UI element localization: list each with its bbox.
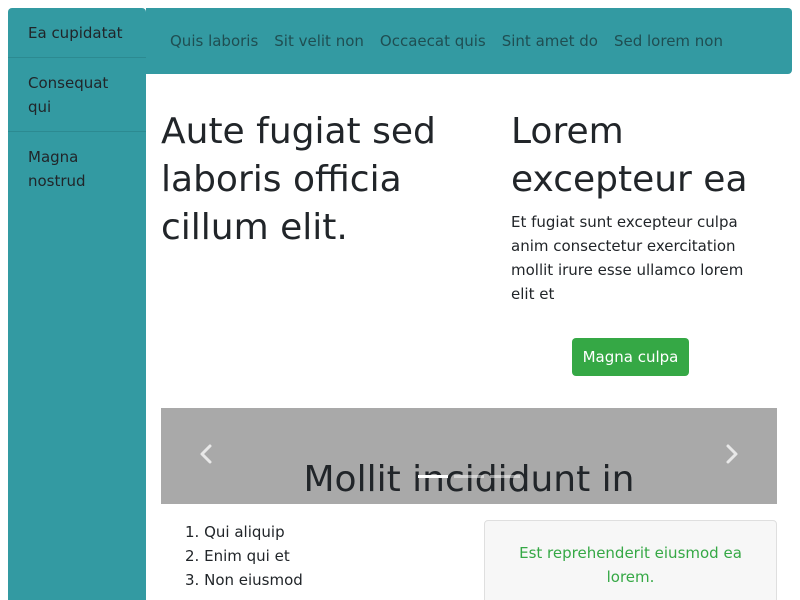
- sidebar: Ea cupidatat Consequat qui Magna nostrud: [8, 8, 146, 600]
- nav-link-quis-laboris[interactable]: Quis laboris: [162, 32, 266, 50]
- list-item: Non eiusmod: [204, 571, 303, 589]
- magna-culpa-button[interactable]: Magna culpa: [572, 338, 689, 376]
- top-navbar: Quis laboris Sit velit non Occaecat quis…: [146, 8, 792, 74]
- nav-link-sed-lorem-non[interactable]: Sed lorem non: [606, 32, 731, 50]
- sidebar-item-magna-nostrud[interactable]: Magna nostrud: [8, 132, 146, 205]
- carousel-indicators: [161, 475, 777, 478]
- section-paragraph: Et fugiat sunt excepteur culpa anim cons…: [511, 213, 744, 303]
- main-heading: Aute fugiat sed laboris officia cillum e…: [161, 111, 436, 248]
- carousel-indicator[interactable]: [418, 475, 448, 478]
- info-card: Est reprehenderit eiusmod ea lorem.: [484, 520, 777, 600]
- nav-link-sint-amet-do[interactable]: Sint amet do: [494, 32, 606, 50]
- carousel-prev-button[interactable]: [195, 442, 219, 466]
- carousel-indicator[interactable]: [454, 475, 484, 478]
- carousel-next-button[interactable]: [719, 442, 743, 466]
- list-item: Qui aliquip: [204, 523, 285, 541]
- nav-link-sit-velit-non[interactable]: Sit velit non: [266, 32, 372, 50]
- carousel-caption: Mollit incididunt in: [303, 459, 635, 500]
- carousel-indicator[interactable]: [490, 475, 520, 478]
- chevron-right-icon: [726, 444, 738, 464]
- sidebar-item-ea-cupidatat[interactable]: Ea cupidatat: [8, 8, 146, 58]
- list-item: Enim qui et: [204, 547, 290, 565]
- sidebar-item-consequat-qui[interactable]: Consequat qui: [8, 58, 146, 132]
- nav-link-occaecat-quis[interactable]: Occaecat quis: [372, 32, 494, 50]
- ordered-list: Qui aliquip Enim qui et Non eiusmod: [185, 520, 445, 592]
- card-text: Est reprehenderit eiusmod ea lorem.: [519, 544, 742, 586]
- section-heading: Lorem excepteur ea: [511, 111, 748, 200]
- chevron-left-icon: [200, 444, 212, 464]
- carousel: Mollit incididunt in: [161, 408, 777, 504]
